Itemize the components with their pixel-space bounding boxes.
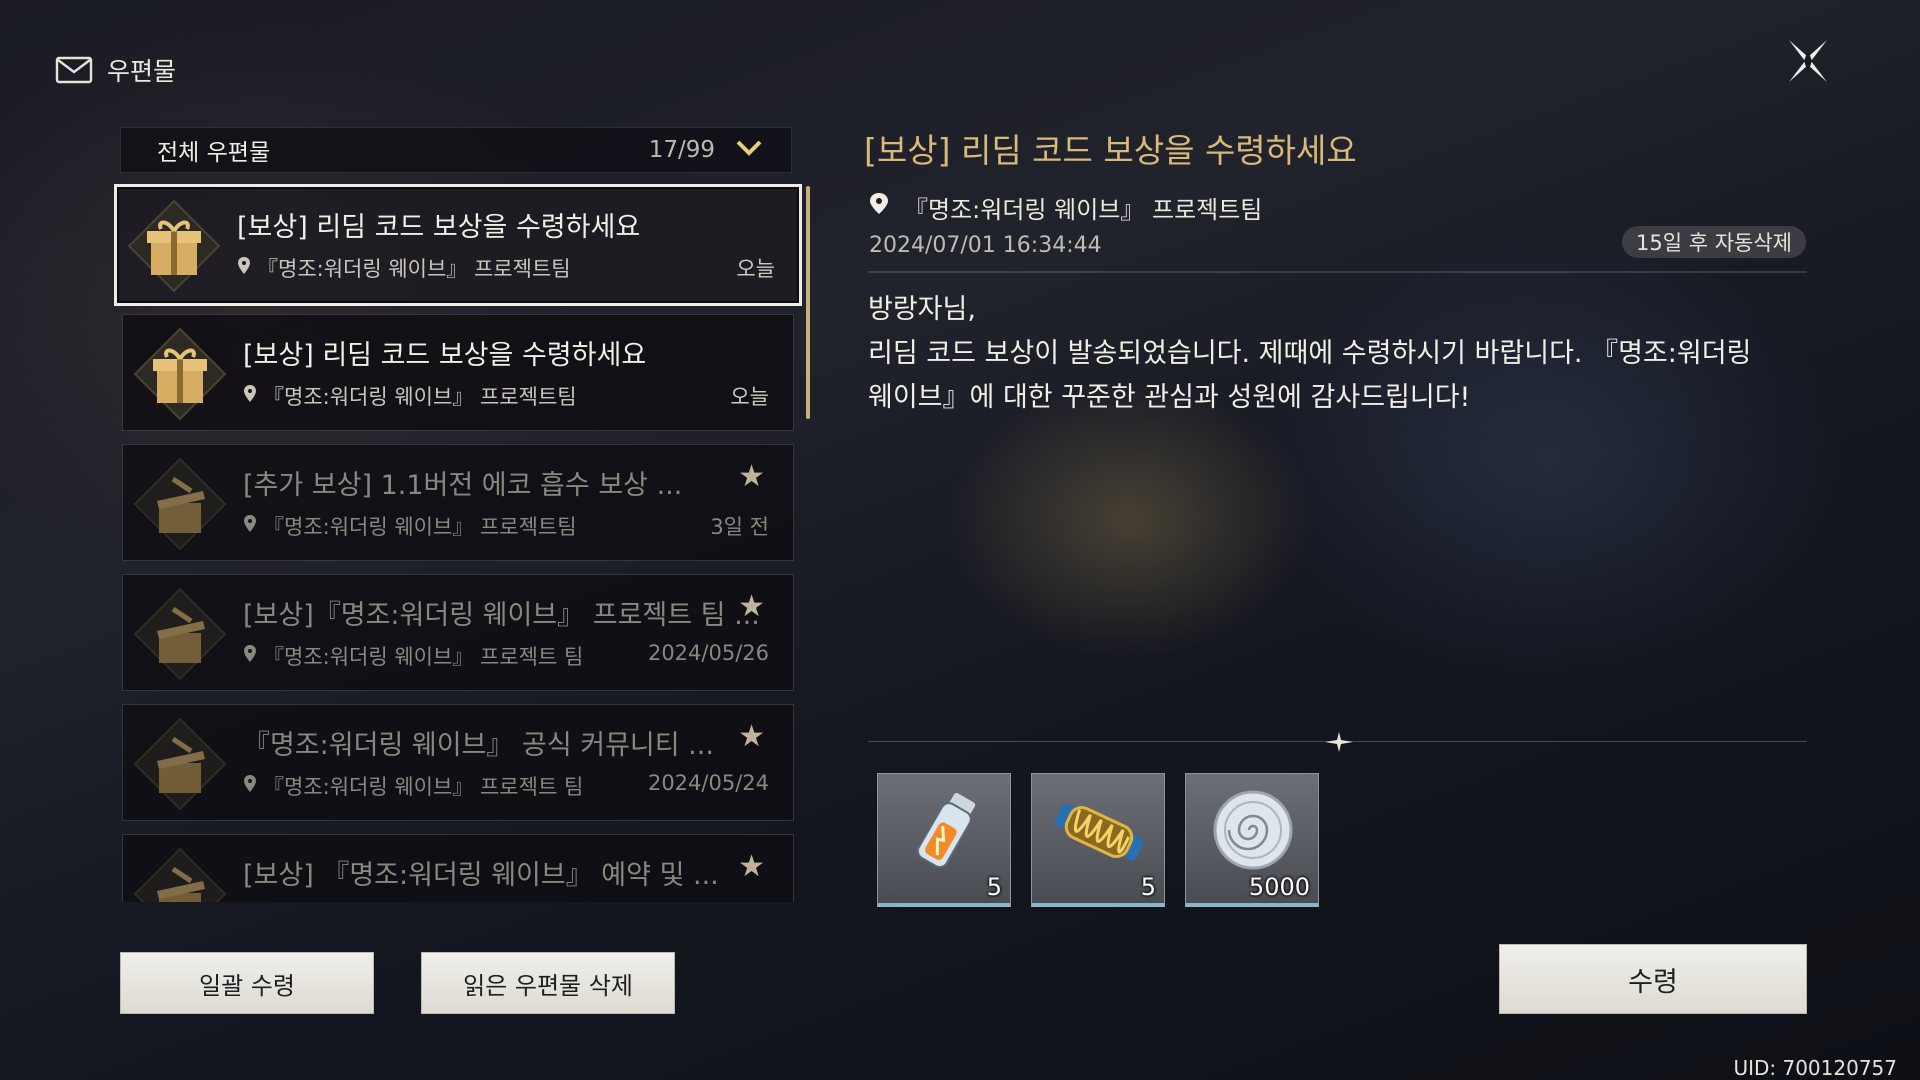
mail-item-sender: 『명조:워더링 웨이브』 프로젝트팀 bbox=[237, 253, 571, 283]
chevron-down-icon bbox=[735, 139, 763, 161]
delete-read-mail-button[interactable]: 읽은 우편물 삭제 bbox=[421, 952, 675, 1014]
mail-item-title: 『명조:워더링 웨이브』 공식 커뮤니티 ... bbox=[243, 730, 714, 761]
mail-item-sender-name: 『명조:워더링 웨이브』 프로젝트팀 bbox=[263, 385, 577, 409]
gift-box-icon bbox=[127, 199, 221, 293]
mail-detail-title: [보상] 리딤 코드 보상을 수령하세요 bbox=[864, 131, 1357, 170]
mail-item-date: 2024/05/26 bbox=[647, 641, 769, 665]
mail-item-title: [보상]『명조:워더링 웨이브』 프로젝트 팀 ... bbox=[243, 600, 760, 631]
sparkle-ornament-icon bbox=[1325, 732, 1353, 752]
close-button[interactable] bbox=[1783, 36, 1833, 86]
mail-item-sender: 『명조:워더링 웨이브』 프로젝트팀 bbox=[243, 381, 577, 411]
mail-item-sender-name: 『명조:워더링 웨이브』 프로젝트 팀 bbox=[263, 775, 584, 799]
mail-item-sender: 『명조:워더링 웨이브』 프로젝트 팀 bbox=[243, 771, 583, 801]
star-icon: ★ bbox=[738, 719, 765, 754]
claim-all-button[interactable]: 일괄 수령 bbox=[120, 952, 374, 1014]
mail-item-sender-name: 『명조:워더링 웨이브』 프로젝트 팀 bbox=[263, 645, 584, 669]
sender-pin-icon bbox=[243, 644, 257, 669]
mail-body: 방랑자님, 리딤 코드 보상이 발송되었습니다. 제때에 수령하시기 바랍니다.… bbox=[868, 288, 1798, 420]
mail-body-line: 리딤 코드 보상이 발송되었습니다. 제때에 수령하시기 바랍니다. 『명조:워… bbox=[868, 338, 1752, 369]
mail-item-title: [보상] 리딤 코드 보상을 수령하세요 bbox=[237, 212, 641, 243]
mail-item-title: [추가 보상] 1.1버전 에코 흡수 보상 ... bbox=[243, 470, 683, 501]
receive-button[interactable]: 수령 bbox=[1499, 944, 1807, 1014]
mail-list-item[interactable]: [보상]『명조:워더링 웨이브』 프로젝트 팀 ... 『명조:워더링 웨이브』 … bbox=[122, 574, 794, 691]
app-header: 우편물 bbox=[55, 50, 176, 90]
mail-body-line: 웨이브』에 대한 꾸준한 관심과 성원에 감사드립니다! bbox=[868, 382, 1471, 413]
reward-item[interactable]: 5000 bbox=[1185, 773, 1319, 907]
mail-detail-sender: 『명조:워더링 웨이브』 프로젝트팀 bbox=[868, 190, 1262, 225]
mail-list-item[interactable]: [추가 보상] 1.1버전 에코 흡수 보상 ... 『명조:워더링 웨이브』 프… bbox=[122, 444, 794, 561]
opened-box-icon bbox=[133, 717, 227, 811]
mail-item-title: [보상] 『명조:워더링 웨이브』 예약 및 ... bbox=[243, 860, 719, 891]
mail-list-item[interactable]: [보상] 리딤 코드 보상을 수령하세요 『명조:워더링 웨이브』 프로젝트팀 오늘 bbox=[114, 184, 802, 306]
opened-box-icon bbox=[133, 587, 227, 681]
mail-item-date: 오늘 bbox=[730, 385, 769, 409]
mail-item-sender-name: 『명조:워더링 웨이브』 프로젝트팀 bbox=[263, 515, 577, 539]
close-icon[interactable] bbox=[1783, 36, 1833, 86]
reward-quantity: 5 bbox=[1140, 873, 1156, 901]
opened-box-icon bbox=[133, 457, 227, 551]
mail-filter-dropdown[interactable]: 전체 우편물 17/99 bbox=[120, 127, 792, 173]
mail-count: 17/99 bbox=[648, 137, 715, 163]
reward-item[interactable]: 5 bbox=[877, 773, 1011, 907]
sender-pin-icon bbox=[243, 514, 257, 539]
mail-item-title: [보상] 리딤 코드 보상을 수령하세요 bbox=[243, 340, 647, 371]
mail-list-item[interactable]: [보상] 『명조:워더링 웨이브』 예약 및 ... ★ bbox=[122, 834, 794, 902]
mail-item-date: 3일 전 bbox=[710, 515, 769, 539]
reward-quantity: 5 bbox=[986, 873, 1002, 901]
mail-item-date: 오늘 bbox=[736, 257, 775, 281]
sender-pin-icon bbox=[237, 256, 251, 281]
star-icon: ★ bbox=[738, 589, 765, 624]
reward-quantity: 5000 bbox=[1248, 873, 1310, 901]
reward-item[interactable]: 5 bbox=[1031, 773, 1165, 907]
star-icon: ★ bbox=[738, 459, 765, 494]
opened-box-icon bbox=[133, 847, 227, 902]
mail-list-item[interactable]: [보상] 리딤 코드 보상을 수령하세요 『명조:워더링 웨이브』 프로젝트팀 오늘 bbox=[122, 314, 794, 431]
list-scrollbar[interactable] bbox=[806, 186, 810, 419]
gift-box-icon bbox=[133, 327, 227, 421]
detail-divider bbox=[868, 271, 1807, 273]
page-title: 우편물 bbox=[107, 57, 177, 86]
sender-name: 『명조:워더링 웨이브』 프로젝트팀 bbox=[904, 196, 1263, 224]
mail-list-item[interactable]: 『명조:워더링 웨이브』 공식 커뮤니티 ... 『명조:워더링 웨이브』 프로젝… bbox=[122, 704, 794, 821]
mail-item-sender: 『명조:워더링 웨이브』 프로젝트팀 bbox=[243, 511, 577, 541]
mail-list[interactable]: [보상] 리딤 코드 보상을 수령하세요 『명조:워더링 웨이브』 프로젝트팀 오늘… bbox=[110, 180, 810, 902]
sender-pin-icon bbox=[243, 384, 257, 409]
uid-label: UID: 700120757 bbox=[1733, 1056, 1897, 1080]
mail-envelope-icon bbox=[55, 55, 93, 85]
mail-item-sender-name: 『명조:워더링 웨이브』 프로젝트팀 bbox=[257, 257, 571, 281]
sender-pin-icon bbox=[243, 774, 257, 799]
star-icon: ★ bbox=[738, 849, 765, 884]
mail-timestamp: 2024/07/01 16:34:44 bbox=[869, 233, 1102, 258]
sender-pin-icon bbox=[868, 192, 890, 224]
mail-item-sender: 『명조:워더링 웨이브』 프로젝트 팀 bbox=[243, 641, 583, 671]
filter-label: 전체 우편물 bbox=[157, 140, 271, 166]
auto-delete-badge: 15일 후 자동삭제 bbox=[1622, 226, 1806, 258]
mail-body-greeting: 방랑자님, bbox=[868, 294, 976, 325]
mail-item-date: 2024/05/24 bbox=[647, 771, 769, 795]
